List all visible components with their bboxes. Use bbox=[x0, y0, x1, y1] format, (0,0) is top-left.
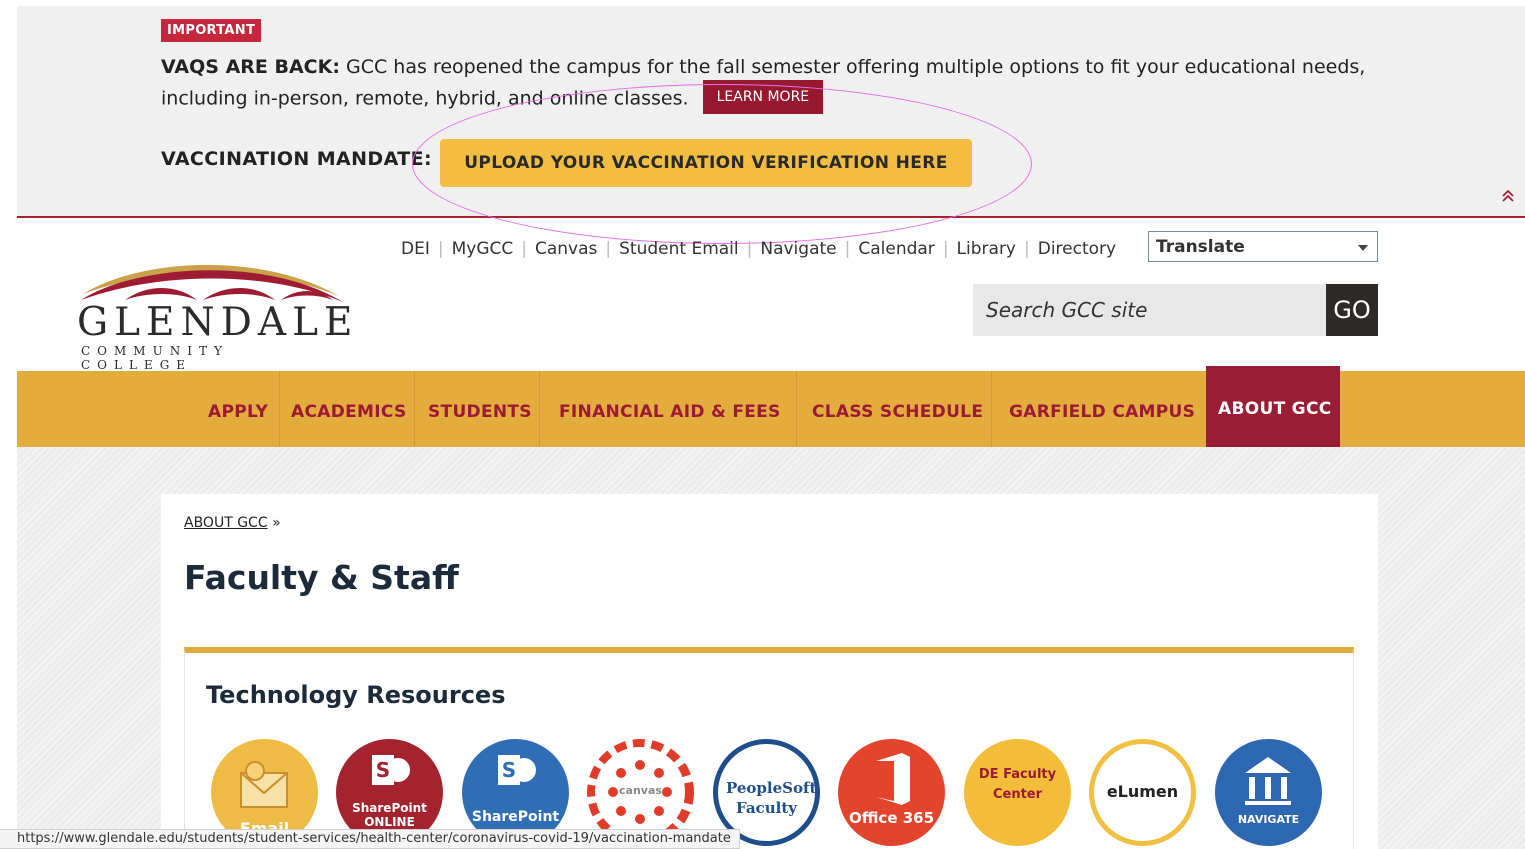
elumen-icon[interactable]: eLumen bbox=[1089, 739, 1196, 846]
breadcrumb-about-gcc[interactable]: ABOUT GCC bbox=[184, 515, 268, 531]
breadcrumb: ABOUT GCC » bbox=[184, 515, 281, 531]
office-365-icon[interactable]: Office 365 bbox=[838, 739, 945, 846]
util-link-mygcc[interactable]: MyGCC bbox=[444, 239, 522, 259]
svg-text:S: S bbox=[502, 758, 516, 782]
app-label: DE Faculty Center bbox=[978, 767, 1057, 802]
caret-down-icon bbox=[1358, 245, 1368, 251]
page-title: Faculty & Staff bbox=[184, 558, 459, 597]
app-label: PeopleSoft Faculty bbox=[726, 779, 817, 817]
learn-more-button[interactable]: LEARN MORE bbox=[702, 80, 824, 114]
site-search: GO bbox=[973, 284, 1378, 336]
double-chevron-up-icon[interactable] bbox=[1501, 189, 1515, 207]
de-faculty-center-icon[interactable]: DE Faculty Center bbox=[964, 739, 1071, 846]
util-link-calendar[interactable]: Calendar bbox=[850, 239, 942, 259]
college-logo[interactable]: GLENDALE COMMUNITY COLLEGE bbox=[77, 256, 352, 372]
util-link-dei[interactable]: DEI bbox=[393, 239, 438, 259]
nav-academics[interactable]: ACADEMICS bbox=[291, 371, 407, 447]
browser-status-bar: https://www.glendale.edu/students/studen… bbox=[0, 829, 740, 849]
separator: | bbox=[942, 239, 949, 259]
app-label: NAVIGATE bbox=[1237, 813, 1300, 826]
separator: | bbox=[437, 239, 444, 259]
nav-students[interactable]: STUDENTS bbox=[428, 371, 532, 447]
utility-nav: DEI | MyGCC | Canvas | Student Email | Navigate |… bbox=[393, 239, 1124, 259]
logo-arches-icon bbox=[81, 264, 343, 302]
util-link-directory[interactable]: Directory bbox=[1030, 239, 1124, 259]
nav-about-gcc[interactable]: ABOUT GCC bbox=[1206, 366, 1340, 452]
nav-divider bbox=[279, 371, 280, 447]
app-label: eLumen bbox=[1106, 782, 1179, 801]
nav-garfield-campus[interactable]: GARFIELD CAMPUS bbox=[1009, 371, 1195, 447]
separator: | bbox=[1024, 239, 1030, 259]
nav-divider bbox=[796, 371, 797, 447]
nav-divider bbox=[991, 371, 992, 447]
technology-resources-panel: Technology Resources Email S bbox=[184, 647, 1354, 849]
breadcrumb-separator: » bbox=[272, 515, 281, 531]
nav-class-schedule[interactable]: CLASS SCHEDULE bbox=[812, 371, 983, 447]
util-link-navigate[interactable]: Navigate bbox=[752, 239, 844, 259]
app-label: Office 365 bbox=[848, 809, 935, 827]
search-go-button[interactable]: GO bbox=[1326, 284, 1378, 336]
panel-title: Technology Resources bbox=[206, 681, 506, 709]
translate-select[interactable]: Translate bbox=[1148, 231, 1378, 262]
page: IMPORTANT VAQS ARE BACK: GCC has reopene… bbox=[0, 0, 1525, 849]
important-badge: IMPORTANT bbox=[161, 19, 262, 42]
alert-headline: VAQS ARE BACK: bbox=[161, 56, 340, 78]
vaccination-mandate-label: VACCINATION MANDATE: bbox=[161, 148, 432, 170]
nav-divider bbox=[539, 371, 540, 447]
nav-apply[interactable]: APPLY bbox=[208, 371, 268, 447]
content-card: ABOUT GCC » Faculty & Staff Technology R… bbox=[161, 494, 1378, 849]
translate-label: Translate bbox=[1156, 237, 1245, 257]
alert-message-block: VAQS ARE BACK: GCC has reopened the camp… bbox=[161, 52, 1401, 116]
alert-banner: IMPORTANT VAQS ARE BACK: GCC has reopene… bbox=[17, 6, 1525, 244]
upload-vaccination-button[interactable]: UPLOAD YOUR VACCINATION VERIFICATION HER… bbox=[440, 139, 972, 187]
svg-text:S: S bbox=[376, 758, 390, 782]
app-label: canvas bbox=[619, 784, 662, 797]
nav-divider bbox=[414, 371, 415, 447]
logo-subtitle: COMMUNITY COLLEGE bbox=[81, 344, 229, 372]
nav-financial-aid[interactable]: FINANCIAL AID & FEES bbox=[559, 371, 781, 447]
main-nav: APPLY ACADEMICS STUDENTS FINANCIAL AID &… bbox=[17, 366, 1525, 452]
util-link-canvas[interactable]: Canvas bbox=[527, 239, 605, 259]
search-input[interactable] bbox=[973, 284, 1326, 336]
logo-name: GLENDALE bbox=[77, 300, 359, 345]
util-link-student-email[interactable]: Student Email bbox=[611, 239, 747, 259]
navigate-icon[interactable]: NAVIGATE bbox=[1215, 739, 1322, 846]
app-label: SharePoint bbox=[471, 809, 560, 825]
util-link-library[interactable]: Library bbox=[949, 239, 1024, 259]
app-label: SharePoint ONLINE bbox=[352, 801, 427, 829]
